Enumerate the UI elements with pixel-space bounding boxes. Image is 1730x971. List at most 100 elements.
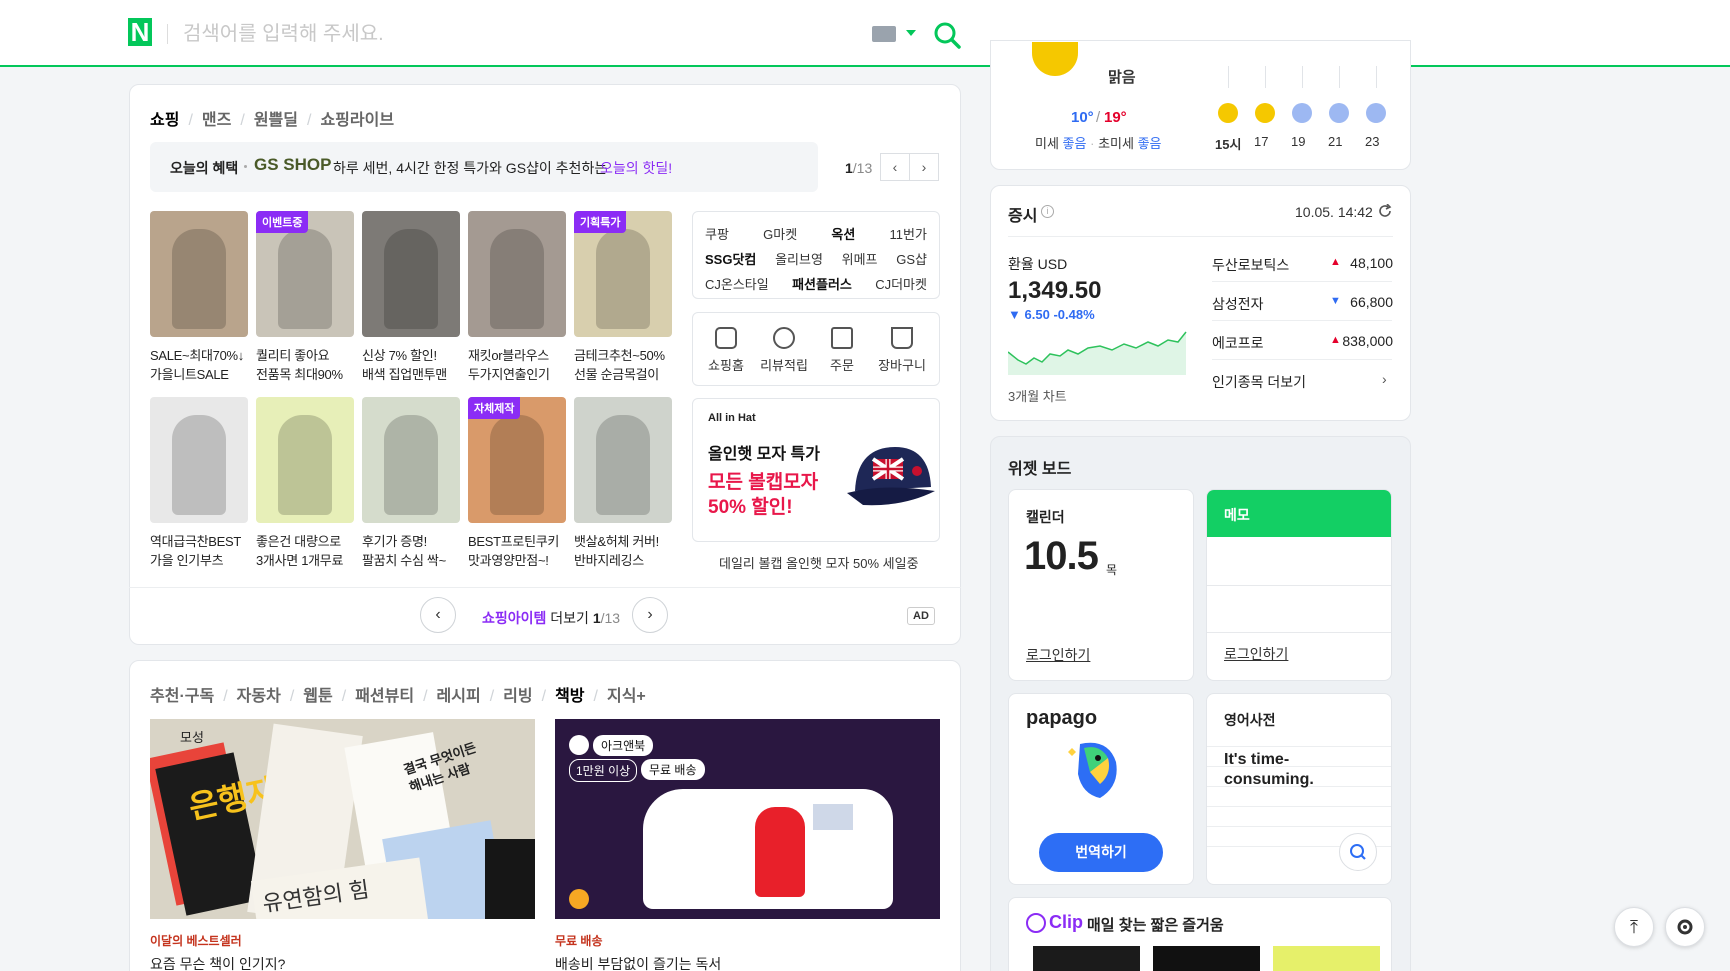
tab-content-5[interactable]: 리빙 bbox=[503, 682, 532, 706]
cart-icon bbox=[891, 327, 913, 349]
dust-info: 미세 좋음 · 초미세 좋음 bbox=[1035, 136, 1162, 151]
quick-orders[interactable]: 주문 bbox=[813, 313, 871, 374]
stock-title[interactable]: 증시 bbox=[1008, 202, 1037, 226]
product-image[interactable] bbox=[150, 397, 248, 523]
product-image[interactable]: 이벤트중 bbox=[256, 211, 354, 337]
more-stocks-link[interactable]: 인기종목 더보기 bbox=[1212, 372, 1306, 392]
fx-label[interactable]: 환율 USD bbox=[1008, 254, 1067, 274]
translate-button[interactable]: 번역하기 bbox=[1039, 833, 1163, 872]
product-image[interactable]: 기획특가 bbox=[574, 211, 672, 337]
memo-login-link[interactable]: 로그인하기 bbox=[1224, 644, 1288, 664]
product-item[interactable]: 신상 7% 할인! 배색 집업맨투맨 bbox=[362, 211, 460, 384]
product-image[interactable] bbox=[362, 397, 460, 523]
stock-name[interactable]: 삼성전자 bbox=[1212, 294, 1264, 314]
product-figure bbox=[490, 229, 544, 329]
content-tag: 이달의 베스트셀러 bbox=[150, 934, 242, 948]
tab-content-3[interactable]: 패션뷰티 bbox=[355, 682, 414, 706]
mall-ssg[interactable]: SSG닷컴 bbox=[705, 249, 756, 268]
tab-content-2[interactable]: 웹툰 bbox=[303, 682, 332, 706]
mall-oliveyoung[interactable]: 올리브영 bbox=[775, 249, 823, 268]
tab-shopping[interactable]: 쇼핑 bbox=[150, 106, 179, 130]
mall-gsshop[interactable]: GS샵 bbox=[896, 249, 927, 268]
chevron-right-icon[interactable]: › bbox=[1382, 371, 1387, 387]
next-page-button[interactable]: › bbox=[632, 597, 668, 633]
shopping-footer: ‹ 쇼핑아이템 더보기 1/13 › AD bbox=[129, 587, 961, 645]
clip-brand: Clip bbox=[1049, 912, 1083, 932]
content-title[interactable]: 요즘 무슨 책이 인기지? bbox=[150, 954, 285, 971]
bestseller-image[interactable]: 모성 은행자 결국 무엇이든 해내는 사람 유연함의 힘 bbox=[150, 719, 535, 919]
product-figure bbox=[596, 229, 650, 329]
free-delivery-image[interactable]: 아크앤북 1만원 이상 무료 배송 bbox=[555, 719, 940, 919]
product-image[interactable] bbox=[150, 211, 248, 337]
product-item[interactable]: 뱃살&허체 커버! 반바지레깅스 bbox=[574, 397, 672, 570]
ad-caption[interactable]: 데일리 볼캡 올인햇 모자 50% 세일중 bbox=[719, 553, 919, 572]
hat-ad-banner[interactable]: All in Hat 올인햇 모자 특가 모든 볼캡모자 50% 할인! bbox=[692, 398, 940, 542]
search-input[interactable] bbox=[183, 16, 843, 52]
arrow-icon bbox=[569, 889, 589, 909]
refresh-icon[interactable] bbox=[1378, 204, 1392, 218]
gear-icon bbox=[1677, 919, 1693, 935]
product-image[interactable] bbox=[468, 211, 566, 337]
mall-auction[interactable]: 옥션 bbox=[831, 224, 855, 243]
scroll-top-button[interactable]: ⤒ bbox=[1614, 907, 1654, 947]
product-item[interactable]: 좋은건 대량으로 3개사면 1개무료 bbox=[256, 397, 354, 570]
search-icon bbox=[1350, 844, 1366, 860]
product-item[interactable]: 후기가 증명! 팔꿈치 수심 싹~ bbox=[362, 397, 460, 570]
ad-badge[interactable]: AD bbox=[907, 607, 935, 625]
mall-coupang[interactable]: 쿠팡 bbox=[705, 224, 729, 243]
mall-cj-themarket[interactable]: CJ더마켓 bbox=[875, 274, 927, 293]
mall-11st[interactable]: 11번가 bbox=[890, 224, 927, 243]
product-image[interactable]: 자체제작 bbox=[468, 397, 566, 523]
tab-content-0[interactable]: 추천·구독 bbox=[150, 682, 214, 706]
hour-tick bbox=[1265, 66, 1266, 88]
product-item[interactable]: 이벤트중 퀄리티 좋아요 전품목 최대90% bbox=[256, 211, 354, 384]
keyboard-icon[interactable] bbox=[872, 26, 896, 42]
search-icon[interactable] bbox=[932, 20, 962, 50]
clip-thumbnail[interactable] bbox=[1273, 946, 1380, 971]
mall-links: 쿠팡 G마켓 옥션 11번가 SSG닷컴 올리브영 위메프 GS샵 CJ온스타일… bbox=[692, 211, 940, 299]
product-image[interactable] bbox=[362, 211, 460, 337]
quick-review-points[interactable]: 리뷰적립 bbox=[755, 313, 813, 374]
tab-one-plus-deal[interactable]: 원쁠딜 bbox=[254, 106, 298, 130]
mall-gmarket[interactable]: G마켓 bbox=[763, 224, 797, 243]
product-image[interactable] bbox=[256, 397, 354, 523]
stock-name[interactable]: 에코프로 bbox=[1212, 333, 1264, 353]
next-button[interactable]: › bbox=[909, 153, 939, 181]
clip-thumbnail[interactable] bbox=[1153, 946, 1260, 971]
tab-content-6[interactable]: 책방 bbox=[555, 682, 584, 706]
tab-content-1[interactable]: 자동차 bbox=[237, 682, 281, 706]
content-title[interactable]: 배송비 부담없이 즐기는 독서 bbox=[555, 954, 721, 971]
stock-name[interactable]: 두산로보틱스 bbox=[1212, 255, 1289, 275]
dictionary-search-button[interactable] bbox=[1339, 833, 1377, 871]
info-icon[interactable]: i bbox=[1041, 205, 1054, 218]
tab-content-4[interactable]: 레시피 bbox=[437, 682, 481, 706]
fx-chart[interactable] bbox=[1008, 330, 1188, 375]
quick-shopping-home[interactable]: 쇼핑홈 bbox=[697, 313, 755, 374]
product-item[interactable]: 역대급극찬BEST 가을 인기부츠 bbox=[150, 397, 248, 570]
chevron-down-icon[interactable] bbox=[906, 30, 916, 36]
mall-fashionplus[interactable]: 패션플러스 bbox=[792, 274, 852, 293]
product-image[interactable] bbox=[574, 397, 672, 523]
ad-title: 올인햇 모자 특가 bbox=[708, 446, 820, 463]
tab-shopping-live[interactable]: 쇼핑라이브 bbox=[320, 106, 394, 130]
prev-button[interactable]: ‹ bbox=[880, 153, 910, 181]
settings-button[interactable] bbox=[1665, 907, 1705, 947]
product-item[interactable]: SALE~최대70%↓ 가을니트SALE bbox=[150, 211, 248, 384]
calendar-login-link[interactable]: 로그인하기 bbox=[1026, 645, 1090, 665]
clip-thumbnail[interactable] bbox=[1033, 946, 1140, 971]
tab-content-7[interactable]: 지식+ bbox=[607, 682, 646, 706]
product-item[interactable]: 재킷or블라우스 두가지연출인기 bbox=[468, 211, 566, 384]
more-items-link[interactable]: 쇼핑아이템 더보기 1/13 bbox=[482, 608, 620, 628]
product-item[interactable]: 기획특가 금테크추천~50% 선물 순금목걸이 bbox=[574, 211, 672, 384]
product-caption: SALE~최대70%↓ 가을니트SALE bbox=[150, 348, 244, 382]
quick-cart[interactable]: 장바구니 bbox=[873, 313, 931, 374]
mall-wemakeprice[interactable]: 위메프 bbox=[842, 249, 878, 268]
today-benefit-bar[interactable]: 오늘의 혜택 GS SHOP 하루 세번, 4시간 한정 특가와 GS샵이 추천… bbox=[150, 142, 818, 192]
naver-logo[interactable]: N bbox=[128, 18, 152, 46]
down-arrow-icon: ▼ bbox=[1008, 307, 1021, 322]
prev-page-button[interactable]: ‹ bbox=[420, 597, 456, 633]
tab-mens[interactable]: 맨즈 bbox=[202, 106, 231, 130]
product-figure bbox=[172, 229, 226, 329]
mall-cj-onstyle[interactable]: CJ온스타일 bbox=[705, 274, 769, 293]
product-item[interactable]: 자체제작 BEST프로틴쿠키 맛과영양만점~! bbox=[468, 397, 566, 570]
